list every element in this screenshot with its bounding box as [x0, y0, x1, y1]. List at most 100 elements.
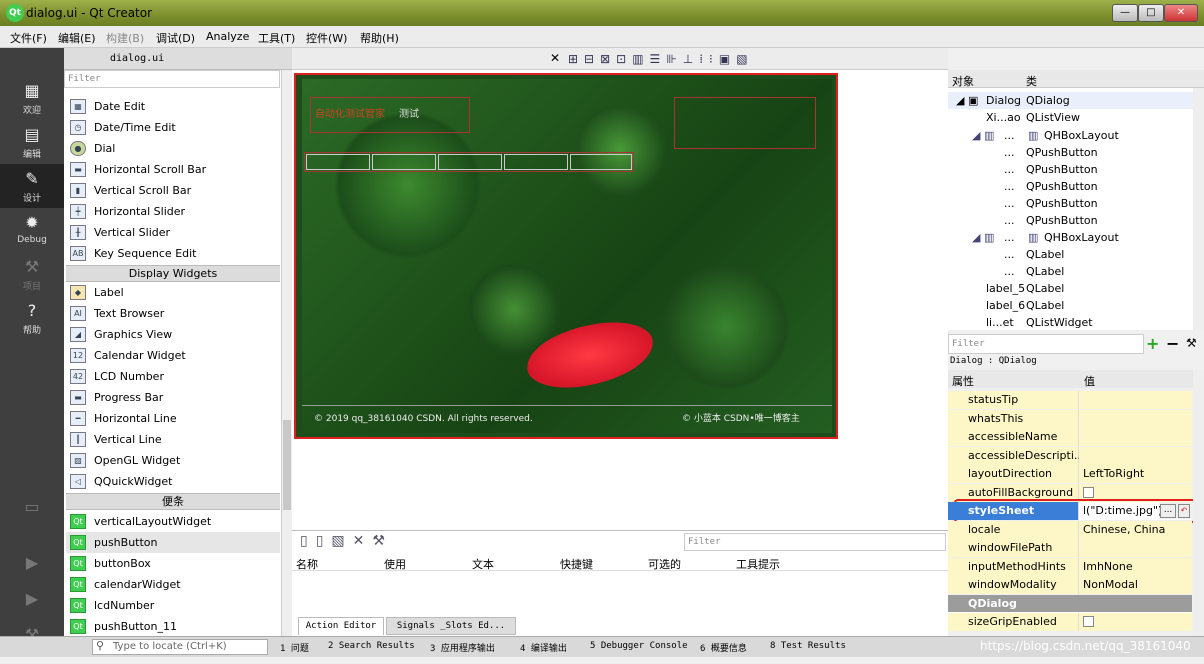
pane-test-results[interactable]: 8 Test Results: [770, 641, 846, 651]
menu-help[interactable]: 帮助(H): [360, 30, 399, 46]
prop-value[interactable]: NonModal: [1079, 576, 1192, 594]
widget-box-scrollbar[interactable]: [281, 70, 292, 636]
widget-item[interactable]: 12 Calendar Widget: [66, 345, 280, 366]
property-row[interactable]: inputMethodHints ImhNone: [948, 558, 1192, 576]
object-row[interactable]: ... QPushButton: [948, 161, 1193, 178]
widget-item[interactable]: ◷ Date/Time Edit: [66, 117, 280, 138]
property-filter-input[interactable]: Filter: [948, 334, 1144, 354]
widget-item[interactable]: ◁ QQuickWidget: [66, 471, 280, 492]
dialog-form[interactable]: 自动化测试管家 测试 © 2019 qq_38161040 CSDN. All r…: [294, 73, 838, 439]
widget-item[interactable]: ▦ Date Edit: [66, 96, 280, 117]
object-row[interactable]: Xi...ao QListView: [948, 109, 1193, 126]
widget-item[interactable]: ◢ Graphics View: [66, 324, 280, 345]
close-editor-icon[interactable]: ✕: [550, 51, 560, 65]
widget-item[interactable]: AI Text Browser: [66, 303, 280, 324]
top-right-layout[interactable]: [674, 97, 816, 149]
object-row[interactable]: ... QPushButton: [948, 144, 1193, 161]
object-row[interactable]: li...et QListWidget: [948, 314, 1193, 331]
action-toolbar-icons[interactable]: ▯▯▧✕⚒: [300, 533, 393, 549]
open-file-name[interactable]: dialog.ui: [110, 53, 164, 64]
property-row[interactable]: accessibleName: [948, 428, 1192, 446]
push-button[interactable]: [306, 154, 370, 170]
object-row[interactable]: label_5 QLabel: [948, 280, 1193, 297]
col-header[interactable]: 快捷键: [560, 556, 593, 572]
minimize-button[interactable]: —: [1112, 4, 1138, 22]
prop-value[interactable]: LeftToRight: [1079, 465, 1192, 483]
category-scratchpad[interactable]: 便条: [66, 493, 280, 510]
col-header[interactable]: 工具提示: [736, 556, 780, 572]
widget-item[interactable]: ━ Horizontal Line: [66, 408, 280, 429]
reset-icon[interactable]: ↶: [1178, 504, 1190, 518]
property-row[interactable]: statusTip: [948, 391, 1192, 409]
widget-item[interactable]: ┿ Horizontal Slider: [66, 201, 280, 222]
checkbox-box[interactable]: [1083, 487, 1094, 498]
remove-property-icon[interactable]: −: [1166, 334, 1179, 353]
category-display-widgets[interactable]: Display Widgets: [66, 265, 280, 282]
mode-welcome[interactable]: ▦ 欢迎: [0, 76, 64, 120]
property-row[interactable]: layoutDirection LeftToRight: [948, 465, 1192, 483]
scroll-thumb[interactable]: [283, 420, 291, 510]
object-row[interactable]: ◢ ▥... ▥ QHBoxLayout: [948, 127, 1193, 144]
menu-analyze[interactable]: Analyze: [206, 30, 249, 43]
property-scrollbar[interactable]: [1193, 370, 1204, 636]
browse-button[interactable]: ...: [1160, 504, 1176, 518]
col-header[interactable]: 可选的: [648, 556, 681, 572]
monitor-icon[interactable]: ▭: [0, 492, 64, 536]
prop-value[interactable]: [1079, 428, 1192, 446]
pane-general-messages[interactable]: 6 概要信息: [700, 641, 747, 654]
menu-debug[interactable]: 调试(D): [156, 30, 195, 46]
property-row[interactable]: whatsThis: [948, 410, 1192, 428]
widget-item[interactable]: ┃ Vertical Line: [66, 429, 280, 450]
prop-value[interactable]: Chinese, China: [1079, 521, 1192, 539]
property-row[interactable]: windowModality NonModal: [948, 576, 1192, 594]
prop-value[interactable]: [1079, 447, 1192, 465]
title-label[interactable]: 自动化测试管家 测试: [310, 97, 470, 133]
mode-design[interactable]: ✎ 设计: [0, 164, 64, 208]
widget-item[interactable]: ▮ Vertical Scroll Bar: [66, 180, 280, 201]
col-header[interactable]: 使用: [384, 556, 406, 572]
push-button[interactable]: [438, 154, 502, 170]
widget-item[interactable]: Qt pushButton_11: [66, 616, 280, 636]
widget-item[interactable]: Qt lcdNumber: [66, 595, 280, 616]
prop-value[interactable]: [1079, 391, 1192, 409]
property-row-stylesheet[interactable]: styleSheet l("D:time.jpg");... ↶: [948, 502, 1192, 520]
pane-issues[interactable]: 1 问题: [280, 641, 309, 654]
menu-build[interactable]: 构建(B): [106, 30, 144, 46]
pane-debugger-console[interactable]: 5 Debugger Console: [590, 641, 688, 651]
menu-widgets[interactable]: 控件(W): [306, 30, 347, 46]
add-property-icon[interactable]: +: [1146, 334, 1159, 353]
object-row[interactable]: ◢ ▣ Dialog QDialog: [948, 92, 1193, 109]
object-row[interactable]: ... QPushButton: [948, 178, 1193, 195]
menu-tools[interactable]: 工具(T): [258, 30, 295, 46]
push-button[interactable]: [504, 154, 568, 170]
object-row[interactable]: label_6 QLabel: [948, 297, 1193, 314]
widget-item[interactable]: ▬ Horizontal Scroll Bar: [66, 159, 280, 180]
widget-item[interactable]: ▬ Progress Bar: [66, 387, 280, 408]
col-header[interactable]: 文本: [472, 556, 494, 572]
widget-item[interactable]: ◆ Label: [66, 282, 280, 303]
object-row[interactable]: ... QPushButton: [948, 195, 1193, 212]
mode-debug[interactable]: ✹ Debug: [0, 208, 64, 252]
tab-signals-slots[interactable]: Signals _Slots Ed...: [386, 617, 516, 635]
wrench-icon[interactable]: ⚒: [1186, 336, 1197, 350]
property-row[interactable]: sizeGripEnabled: [948, 613, 1192, 631]
widget-item[interactable]: Qt buttonBox: [66, 553, 280, 574]
widget-item[interactable]: AB Key Sequence Edit: [66, 243, 280, 264]
prop-value[interactable]: [1079, 410, 1192, 428]
property-row[interactable]: accessibleDescripti...: [948, 447, 1192, 465]
mode-help[interactable]: ? 帮助: [0, 296, 64, 340]
widget-item[interactable]: Qt verticalLayoutWidget: [66, 511, 280, 532]
widget-item[interactable]: Qt calendarWidget: [66, 574, 280, 595]
maximize-button[interactable]: □: [1138, 4, 1164, 22]
checkbox[interactable]: [1079, 613, 1192, 631]
col-header[interactable]: 名称: [296, 556, 318, 572]
widget-filter-input[interactable]: Filter: [64, 70, 280, 88]
checkbox-box[interactable]: [1083, 616, 1094, 627]
prop-value[interactable]: [1079, 539, 1192, 557]
close-button[interactable]: ✕: [1164, 4, 1198, 22]
action-filter-input[interactable]: Filter: [684, 533, 946, 551]
pane-search[interactable]: 2 Search Results: [328, 641, 415, 651]
widget-item[interactable]: Qt pushButton: [66, 532, 280, 553]
prop-value[interactable]: ImhNone: [1079, 558, 1192, 576]
push-button[interactable]: [570, 154, 632, 170]
